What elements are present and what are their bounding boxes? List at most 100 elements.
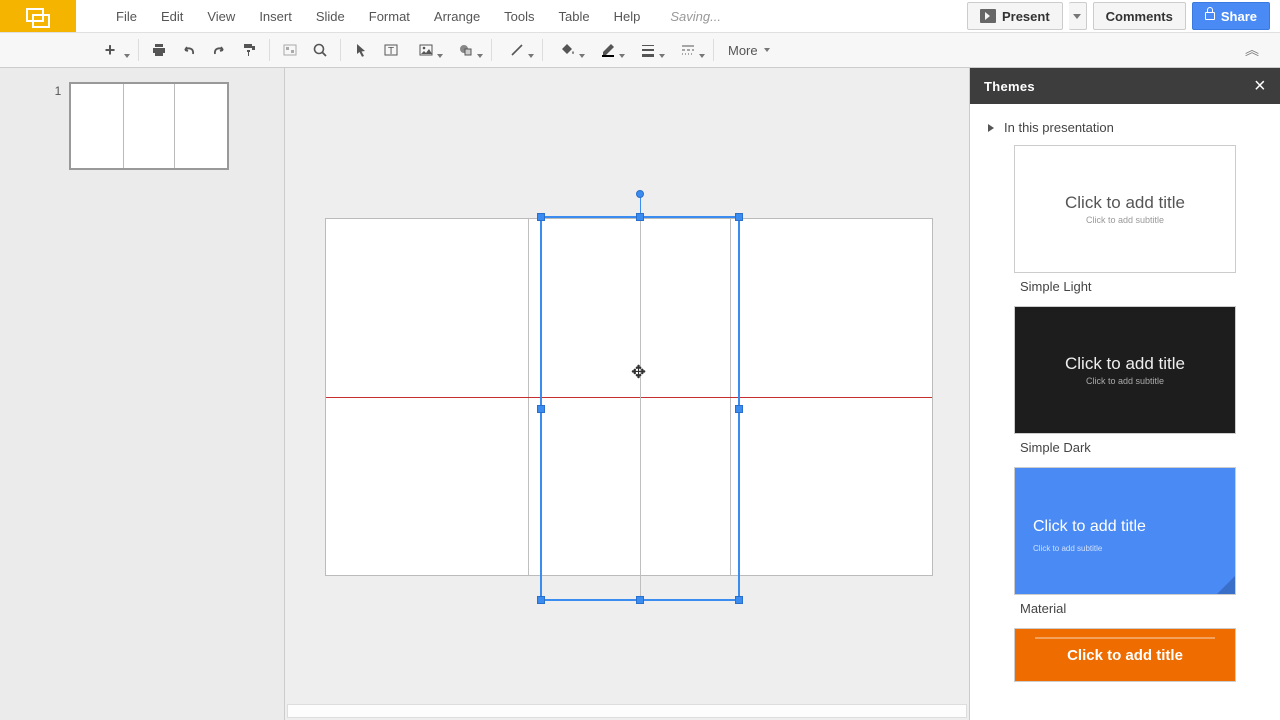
resize-handle[interactable] [735,596,743,604]
toolbar-separator [713,39,714,61]
slide-canvas[interactable]: ✥ [285,68,970,720]
chevron-down-icon [1073,14,1081,19]
present-button[interactable]: Present [967,2,1063,30]
chevron-down-icon [699,54,705,58]
save-status: Saving... [670,9,721,24]
resize-handle[interactable] [537,405,545,413]
theme-card-simple-dark[interactable]: Click to add title Click to add subtitle [1014,306,1236,434]
share-label: Share [1221,9,1257,24]
resize-handle[interactable] [636,596,644,604]
chevron-down-icon [477,54,483,58]
shape-tool[interactable] [447,36,485,64]
resize-handle[interactable] [735,213,743,221]
resize-handle[interactable] [735,405,743,413]
toolbar-separator [542,39,543,61]
google-slides-app: File Edit View Insert Slide Format Arran… [0,0,1280,720]
themes-section-label: In this presentation [1004,120,1114,135]
redo-icon [211,42,227,58]
new-slide-button[interactable]: + [94,36,132,64]
present-label: Present [1002,9,1050,24]
chevron-down-icon [619,54,625,58]
paint-format-button[interactable] [235,36,263,64]
shape-icon [458,42,474,58]
resize-handle[interactable] [636,213,644,221]
page-fold-icon [1217,576,1235,594]
line-color-button[interactable] [589,36,627,64]
printer-icon [151,42,167,58]
theme-preview-title: Click to add title [1065,193,1185,213]
collapse-toolbar-button[interactable]: ︽ [1238,36,1266,64]
image-tool[interactable] [407,36,445,64]
workspace: 1 [0,68,1280,720]
menu-edit[interactable]: Edit [149,5,195,28]
toolbar: + T [86,32,1280,68]
chevron-up-icon: ︽ [1245,40,1259,60]
cursor-icon [353,42,369,58]
chevron-down-icon [659,54,665,58]
menu-slide[interactable]: Slide [304,5,357,28]
redo-button[interactable] [205,36,233,64]
share-button[interactable]: Share [1192,2,1270,30]
menu-arrange[interactable]: Arrange [422,5,492,28]
theme-name: Simple Dark [1020,440,1266,455]
selected-shape[interactable] [540,216,740,601]
canvas-scrollbar[interactable] [287,704,967,718]
theme-name: Simple Light [1020,279,1266,294]
more-label: More [728,43,758,58]
menu-view[interactable]: View [195,5,247,28]
chevron-down-icon [528,54,534,58]
theme-preview-title: Click to add title [1065,354,1185,374]
line-weight-button[interactable] [629,36,667,64]
themes-section-header[interactable]: In this presentation [988,120,1266,135]
line-dash-button[interactable] [669,36,707,64]
lock-icon [1205,12,1215,20]
close-icon[interactable]: × [1254,75,1266,98]
menu-table[interactable]: Table [547,5,602,28]
menu-format[interactable]: Format [357,5,422,28]
toolbar-separator [269,39,270,61]
toolbar-separator [340,39,341,61]
resize-handle[interactable] [537,596,545,604]
menu-list: File Edit View Insert Slide Format Arran… [104,5,652,28]
present-dropdown[interactable] [1069,2,1087,30]
print-button[interactable] [145,36,173,64]
slide-thumbnail-1[interactable]: 1 [55,82,230,170]
toolbar-separator [491,39,492,61]
image-icon [418,42,434,58]
resize-handle[interactable] [537,213,545,221]
theme-preview-subtitle: Click to add subtitle [1086,215,1164,225]
chevron-down-icon [124,54,130,58]
menu-help[interactable]: Help [602,5,653,28]
theme-preview-subtitle: Click to add subtitle [1086,376,1164,386]
fit-button[interactable] [276,36,304,64]
fit-icon [282,42,298,58]
line-icon [509,42,525,58]
theme-card-material[interactable]: Click to add title Click to add subtitle [1014,467,1236,595]
undo-button[interactable] [175,36,203,64]
rotate-handle[interactable] [636,190,644,198]
line-tool[interactable] [498,36,536,64]
more-button[interactable]: More [720,36,778,64]
line-weight-icon [640,42,656,58]
app-logo[interactable] [0,0,76,32]
themes-list[interactable]: In this presentation Click to add title … [970,104,1280,720]
menu-insert[interactable]: Insert [247,5,304,28]
pencil-icon [600,42,616,58]
comments-button[interactable]: Comments [1093,2,1186,30]
toolbar-separator [138,39,139,61]
fill-color-button[interactable] [549,36,587,64]
menubar: File Edit View Insert Slide Format Arran… [0,0,1280,32]
themes-header: Themes × [970,68,1280,104]
zoom-button[interactable] [306,36,334,64]
slide-thumbnail[interactable] [69,82,229,170]
theme-card-simple-light[interactable]: Click to add title Click to add subtitle [1014,145,1236,273]
menu-file[interactable]: File [104,5,149,28]
toolbar-left-pad [0,32,86,68]
chevron-down-icon [437,54,443,58]
select-tool[interactable] [347,36,375,64]
menu-tools[interactable]: Tools [492,5,546,28]
slide-filmstrip[interactable]: 1 [0,68,285,720]
textbox-tool[interactable]: T [377,36,405,64]
chevron-down-icon [579,54,585,58]
theme-card-orange[interactable]: Click to add title [1014,628,1236,682]
